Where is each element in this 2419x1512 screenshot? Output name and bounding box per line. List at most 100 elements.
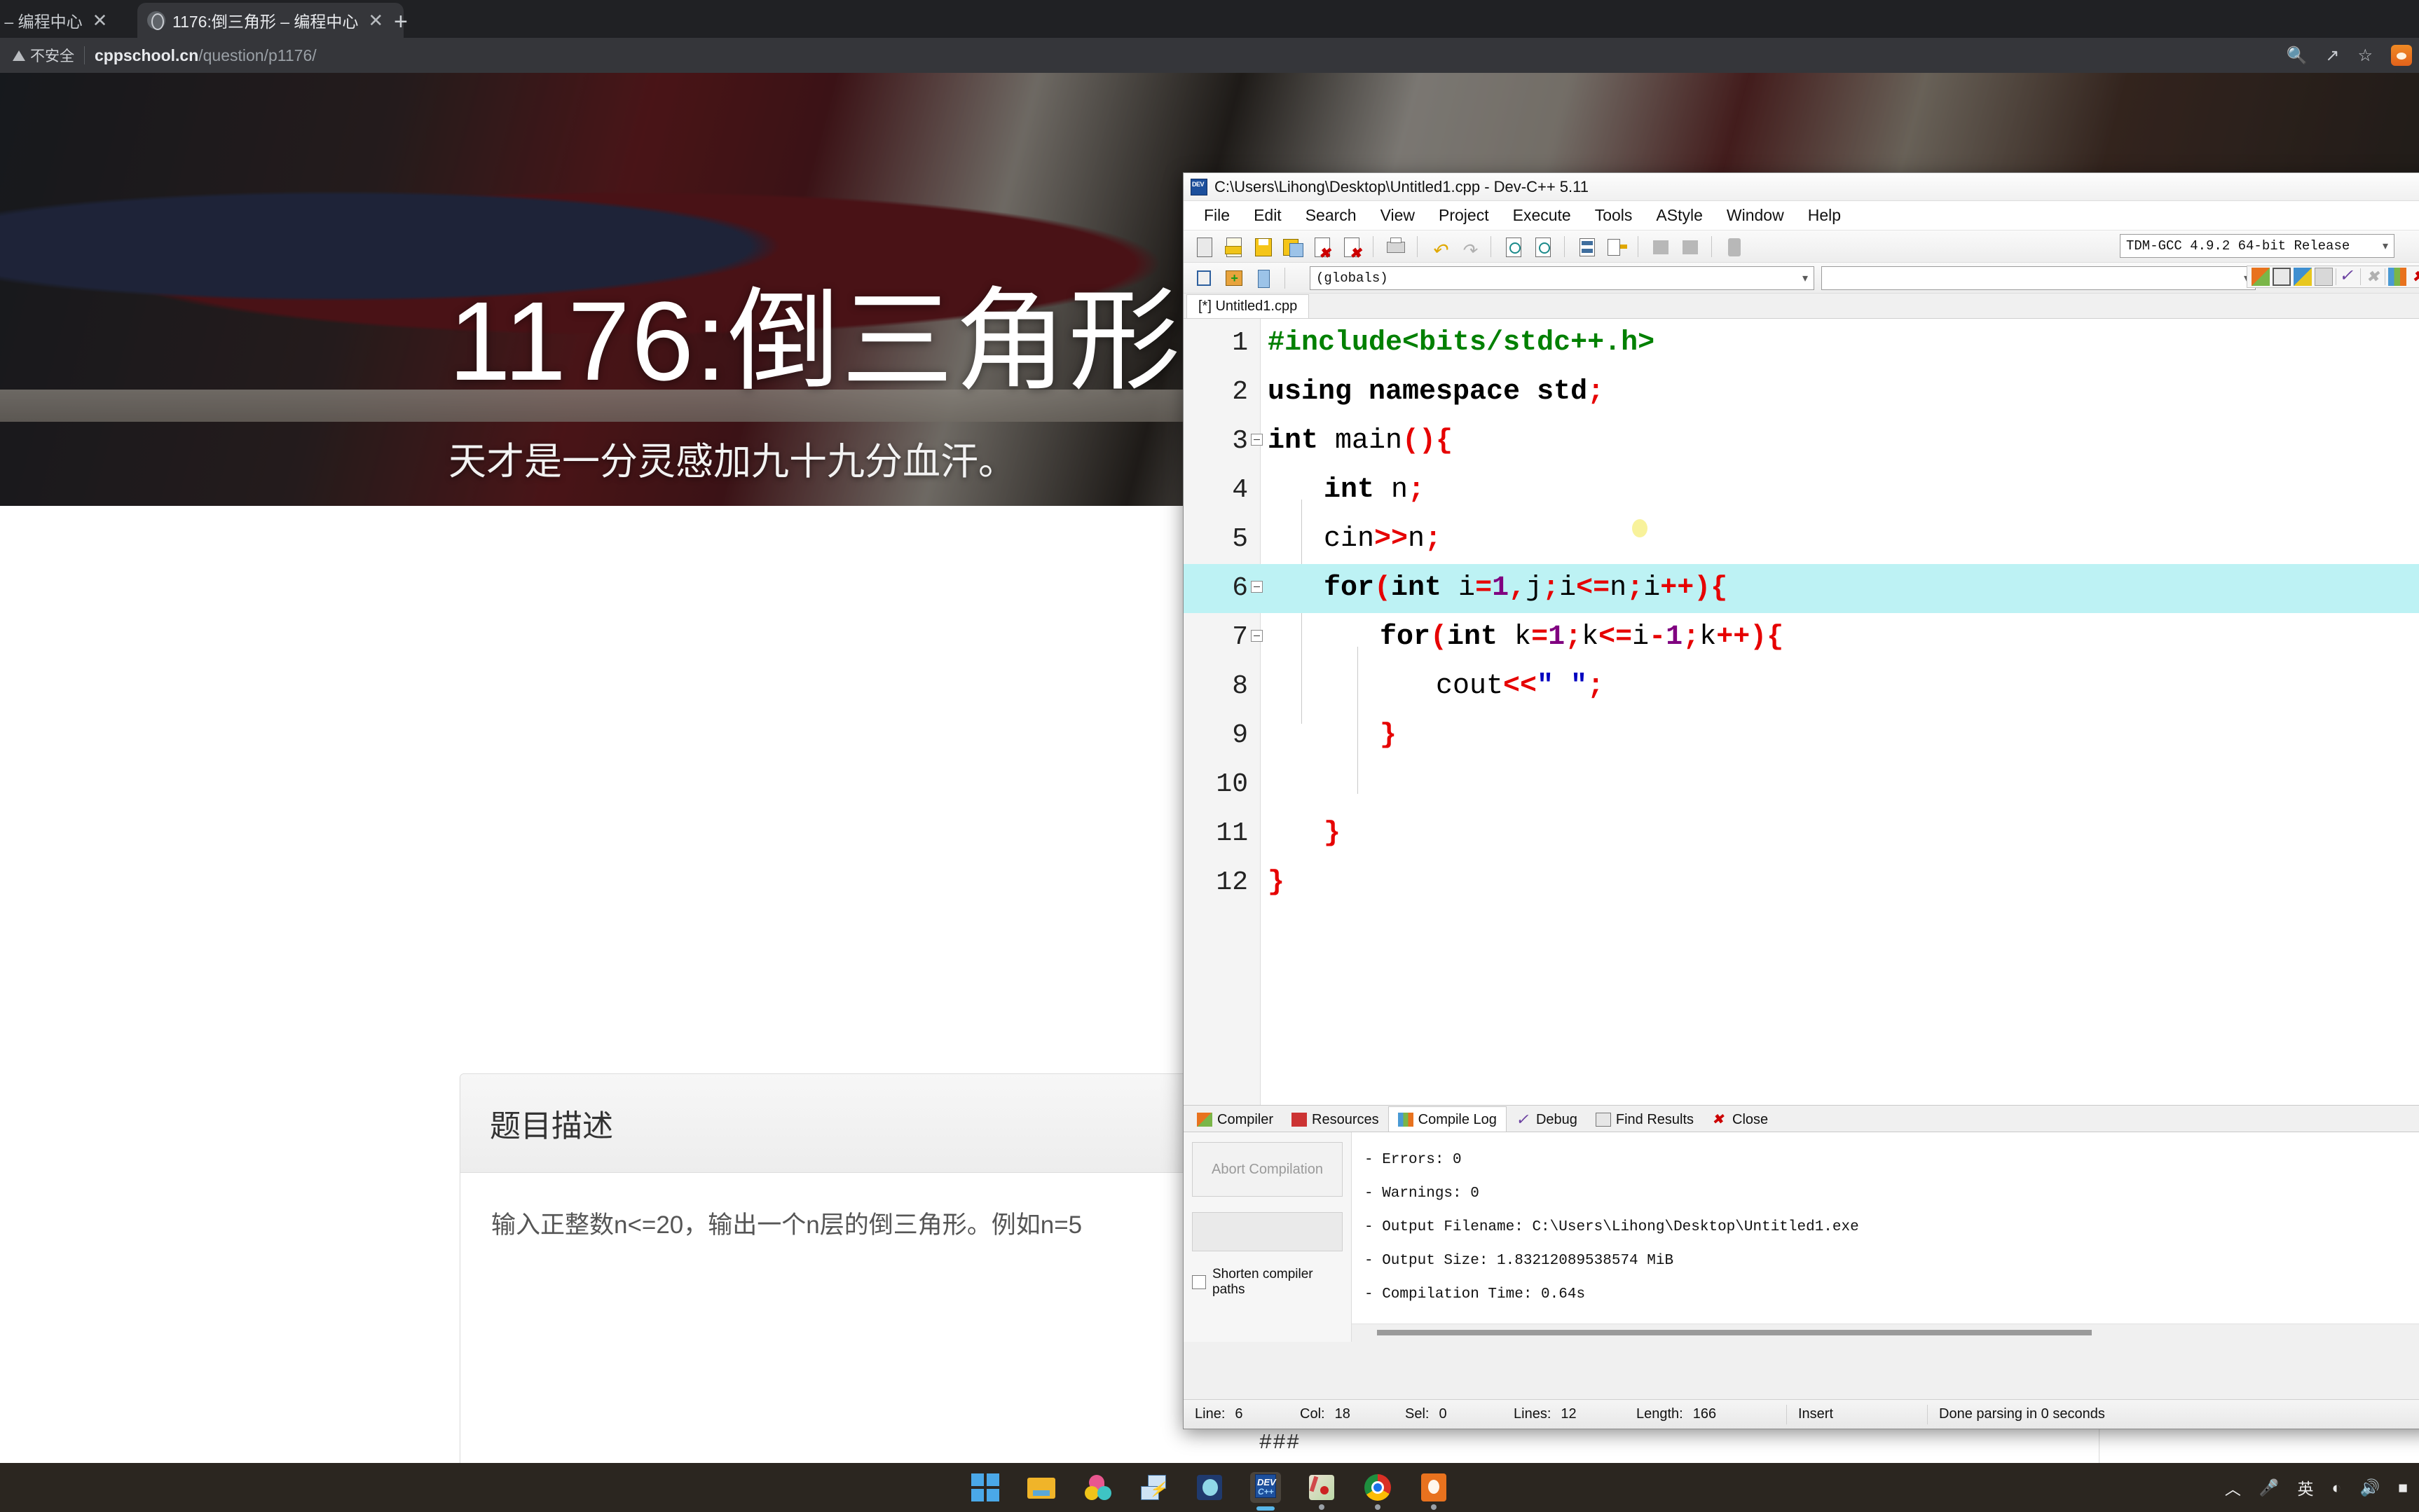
log-tab-resources[interactable]: Resources bbox=[1282, 1106, 1388, 1133]
zoom-icon[interactable]: 🔍 bbox=[2286, 46, 2307, 66]
delete-profile-icon[interactable]: ✖ bbox=[2409, 268, 2419, 286]
fold-toggle-icon[interactable] bbox=[1251, 630, 1263, 642]
close-icon[interactable]: ✕ bbox=[90, 11, 111, 29]
screenshot-tool-icon[interactable] bbox=[1418, 1472, 1449, 1510]
code-lines[interactable]: 1 #include<bits/stdc++.h> 2 using namespace… bbox=[1184, 319, 2419, 1105]
bookmark-star-icon[interactable]: ☆ bbox=[2357, 46, 2373, 66]
abort-compilation-button[interactable]: Abort Compilation bbox=[1192, 1142, 1343, 1197]
close-icon[interactable]: ✕ bbox=[365, 11, 386, 29]
undo-icon[interactable]: ↶ bbox=[1426, 234, 1453, 261]
scope-select[interactable]: (globals) ▾ bbox=[1310, 266, 1814, 290]
code-line[interactable]: 6 for(int i=1,j;i<=n;i++){ bbox=[1184, 564, 2419, 613]
battery-icon[interactable]: ■ bbox=[2398, 1478, 2408, 1497]
save-all-icon[interactable] bbox=[1279, 234, 1306, 259]
code-line[interactable]: 8 cout<<" "; bbox=[1184, 662, 2419, 711]
project-view-icon[interactable] bbox=[2252, 268, 2270, 286]
file-tab-untitled1[interactable]: [*] Untitled1.cpp bbox=[1186, 294, 1310, 318]
fold-toggle-icon[interactable] bbox=[1251, 581, 1263, 593]
devcpp-icon[interactable]: DEV C++ bbox=[1250, 1472, 1281, 1511]
menu-tools[interactable]: Tools bbox=[1583, 205, 1645, 226]
globe-icon bbox=[147, 11, 165, 30]
menu-window[interactable]: Window bbox=[1715, 205, 1796, 226]
new-file-icon[interactable] bbox=[1191, 234, 1217, 259]
code-line[interactable]: 2 using namespace std; bbox=[1184, 368, 2419, 417]
code-line[interactable]: 9} bbox=[1184, 711, 2419, 760]
code-text: cin>>n; bbox=[1324, 523, 1442, 555]
shorten-paths-label: Shorten compiler paths bbox=[1212, 1267, 1313, 1297]
code-editor[interactable]: 1 #include<bits/stdc++.h> 2 using namespace… bbox=[1184, 319, 2419, 1105]
menu-execute[interactable]: Execute bbox=[1501, 205, 1583, 226]
paint-icon[interactable] bbox=[1306, 1472, 1337, 1510]
browser-tab-active[interactable]: 1176:倒三角形 – 编程中心 ✕ bbox=[137, 3, 404, 38]
volume-icon[interactable]: 🔊 bbox=[2359, 1478, 2380, 1497]
compiler-select[interactable]: TDM-GCC 4.9.2 64-bit Release ▾ bbox=[2120, 234, 2394, 258]
code-line[interactable]: 10 bbox=[1184, 760, 2419, 809]
log-tab-find-results[interactable]: Find Results bbox=[1587, 1106, 1703, 1133]
compile-log-hscrollbar[interactable] bbox=[1352, 1324, 2419, 1342]
class-view-icon[interactable] bbox=[2294, 268, 2312, 286]
menu-edit[interactable]: Edit bbox=[1242, 205, 1294, 226]
start-windows-icon[interactable] bbox=[970, 1472, 1001, 1503]
code-line[interactable]: 5 cin>>n; bbox=[1184, 515, 2419, 564]
tray-chevron-up-icon[interactable]: ︿ bbox=[2225, 1476, 2241, 1499]
file-view-icon[interactable] bbox=[2273, 268, 2291, 286]
back-icon[interactable] bbox=[1647, 234, 1673, 259]
log-tab-compiler[interactable]: Compiler bbox=[1188, 1106, 1282, 1133]
class-select[interactable]: ▾ bbox=[1821, 266, 2256, 290]
new-tab-button[interactable]: + bbox=[394, 10, 408, 34]
compile-check-icon[interactable]: ✓ bbox=[2339, 268, 2357, 286]
forward-icon[interactable] bbox=[1676, 234, 1703, 259]
toggle-icon[interactable] bbox=[1720, 234, 1747, 259]
fold-toggle-icon[interactable] bbox=[1251, 434, 1263, 446]
indent-icon[interactable] bbox=[1603, 234, 1629, 259]
devcpp-title-bar[interactable]: C:\Users\Lihong\Desktop\Untitled1.cpp - … bbox=[1184, 173, 2419, 201]
menu-help[interactable]: Help bbox=[1796, 205, 1853, 226]
close-file-icon[interactable]: ✖ bbox=[1308, 234, 1335, 261]
project-add-icon[interactable]: + bbox=[1220, 266, 1247, 291]
log-tab-compile-log[interactable]: Compile Log bbox=[1387, 1106, 1507, 1133]
code-line[interactable]: 4 int n; bbox=[1184, 466, 2419, 515]
devcpp-log-tabs: Compiler Resources Compile Log ✓ Debug F… bbox=[1184, 1105, 2419, 1133]
goto-line-icon[interactable] bbox=[1573, 234, 1600, 259]
code-line[interactable]: 11} bbox=[1184, 809, 2419, 858]
replace-icon[interactable] bbox=[1529, 234, 1556, 259]
media-player-icon[interactable] bbox=[1194, 1472, 1225, 1503]
code-line[interactable]: 12} bbox=[1184, 858, 2419, 907]
remote-desktop-icon[interactable]: ⚡ bbox=[1138, 1472, 1169, 1503]
app-pink-blue-icon[interactable] bbox=[1082, 1472, 1113, 1503]
redo-icon[interactable]: ↷ bbox=[1455, 234, 1482, 261]
file-explorer-icon[interactable] bbox=[1026, 1472, 1057, 1503]
code-line[interactable]: 1 #include<bits/stdc++.h> bbox=[1184, 319, 2419, 368]
save-icon[interactable] bbox=[1249, 234, 1276, 259]
log-tab-debug[interactable]: ✓ Debug bbox=[1507, 1106, 1587, 1133]
code-line[interactable]: 3 int main(){ bbox=[1184, 417, 2419, 466]
scrollbar-thumb[interactable] bbox=[1377, 1330, 2092, 1335]
shorten-paths-checkbox[interactable] bbox=[1192, 1275, 1206, 1289]
code-text: int main(){ bbox=[1268, 425, 1453, 457]
devcpp-window[interactable]: C:\Users\Lihong\Desktop\Untitled1.cpp - … bbox=[1183, 172, 2419, 1429]
extension-fox-icon[interactable] bbox=[2391, 45, 2412, 66]
wifi-icon[interactable]: ◐ bbox=[2332, 1478, 2342, 1497]
menu-search[interactable]: Search bbox=[1294, 205, 1369, 226]
stop-icon[interactable]: ✖ bbox=[2364, 268, 2382, 286]
chrome-icon[interactable] bbox=[1362, 1472, 1393, 1510]
menu-project[interactable]: Project bbox=[1427, 205, 1501, 226]
menu-view[interactable]: View bbox=[1369, 205, 1427, 226]
share-icon[interactable]: ↗ bbox=[2325, 46, 2339, 66]
project-new-icon[interactable] bbox=[1191, 266, 1217, 291]
profile-icon[interactable] bbox=[2388, 268, 2406, 286]
code-line[interactable]: 7 for(int k=1;k<=i-1;k++){ bbox=[1184, 613, 2419, 662]
menu-file[interactable]: File bbox=[1192, 205, 1242, 226]
mic-icon[interactable]: 🎤 bbox=[2259, 1478, 2280, 1497]
tile-view-icon[interactable] bbox=[2315, 268, 2333, 286]
menu-astyle[interactable]: AStyle bbox=[1644, 205, 1714, 226]
open-file-icon[interactable] bbox=[1220, 234, 1247, 259]
close-all-icon[interactable]: ✖ bbox=[1338, 234, 1364, 261]
log-tab-close[interactable]: ✖ Close bbox=[1703, 1106, 1777, 1133]
project-remove-icon[interactable] bbox=[1249, 266, 1276, 291]
shorten-paths-row[interactable]: Shorten compiler paths bbox=[1192, 1267, 1343, 1298]
print-icon[interactable] bbox=[1382, 234, 1409, 259]
address-bar-url[interactable]: cppschool.cn/question/p1176/ bbox=[95, 46, 317, 65]
ime-language-indicator[interactable]: 英 bbox=[2298, 1476, 2314, 1499]
find-icon[interactable] bbox=[1500, 234, 1526, 259]
